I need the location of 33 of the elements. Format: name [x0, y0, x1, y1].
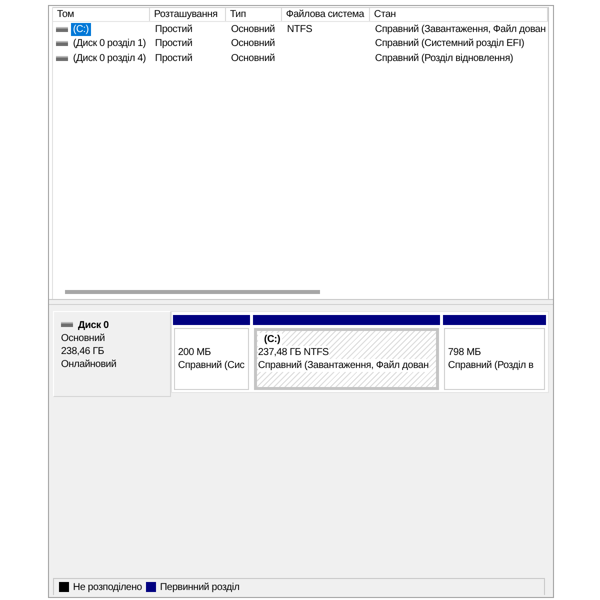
volume-label[interactable]: (Диск 0 розділ 1) — [71, 37, 148, 50]
table-cell-text: Справний (Системний розділ EFI) — [374, 37, 526, 50]
table-cell-text: Простий — [154, 22, 194, 36]
volume-label[interactable]: (C:) — [71, 22, 91, 36]
disk-status: Онлайновий — [61, 358, 116, 371]
drive-icon — [56, 41, 68, 46]
partition-size: 237,48 ГБ NTFS — [258, 346, 329, 359]
partition-block[interactable]: (C:) 237,48 ГБ NTFS Справний (Завантаження, Файл дован — [254, 328, 439, 390]
disk-info-panel[interactable]: Диск 0 Основний 238,46 ГБ Онлайновий — [53, 311, 171, 397]
table-cell-text: Справний (Завантаження, Файл дован — [374, 22, 547, 36]
partition-block[interactable]: 200 МБ Справний (Сис — [174, 328, 249, 390]
disk-type: Основний — [61, 332, 105, 345]
legend-label: Первинний розділ — [160, 580, 240, 594]
table-cell-text: Основний — [230, 37, 276, 50]
volume-label[interactable]: (Диск 0 розділ 4) — [71, 52, 148, 65]
legend-label: Не розподілено — [73, 580, 142, 594]
drive-icon — [56, 56, 68, 61]
table-cell-text: Основний — [230, 52, 276, 65]
table-cell-text: Простий — [154, 37, 194, 50]
scrollbar-thumb[interactable] — [65, 290, 320, 294]
disk-size: 238,46 ГБ — [61, 345, 104, 358]
drive-icon — [56, 26, 68, 32]
disk-name: Диск 0 — [78, 319, 109, 332]
partition-status: Справний (Розділ в — [448, 359, 534, 372]
partition-status: Справний (Завантаження, Файл дован — [258, 359, 429, 372]
table-cell-text: NTFS — [286, 22, 314, 36]
table-cell-text: Простий — [154, 52, 194, 65]
drive-icon — [61, 322, 73, 327]
partition-name: (C:) — [258, 333, 282, 346]
table-cell-text: Справний (Розділ відновлення) — [374, 52, 514, 65]
partition-block[interactable]: 798 МБ Справний (Розділ в — [444, 328, 545, 390]
partition-status: Справний (Сис — [178, 359, 244, 372]
table-cell-text: Основний — [230, 22, 276, 36]
